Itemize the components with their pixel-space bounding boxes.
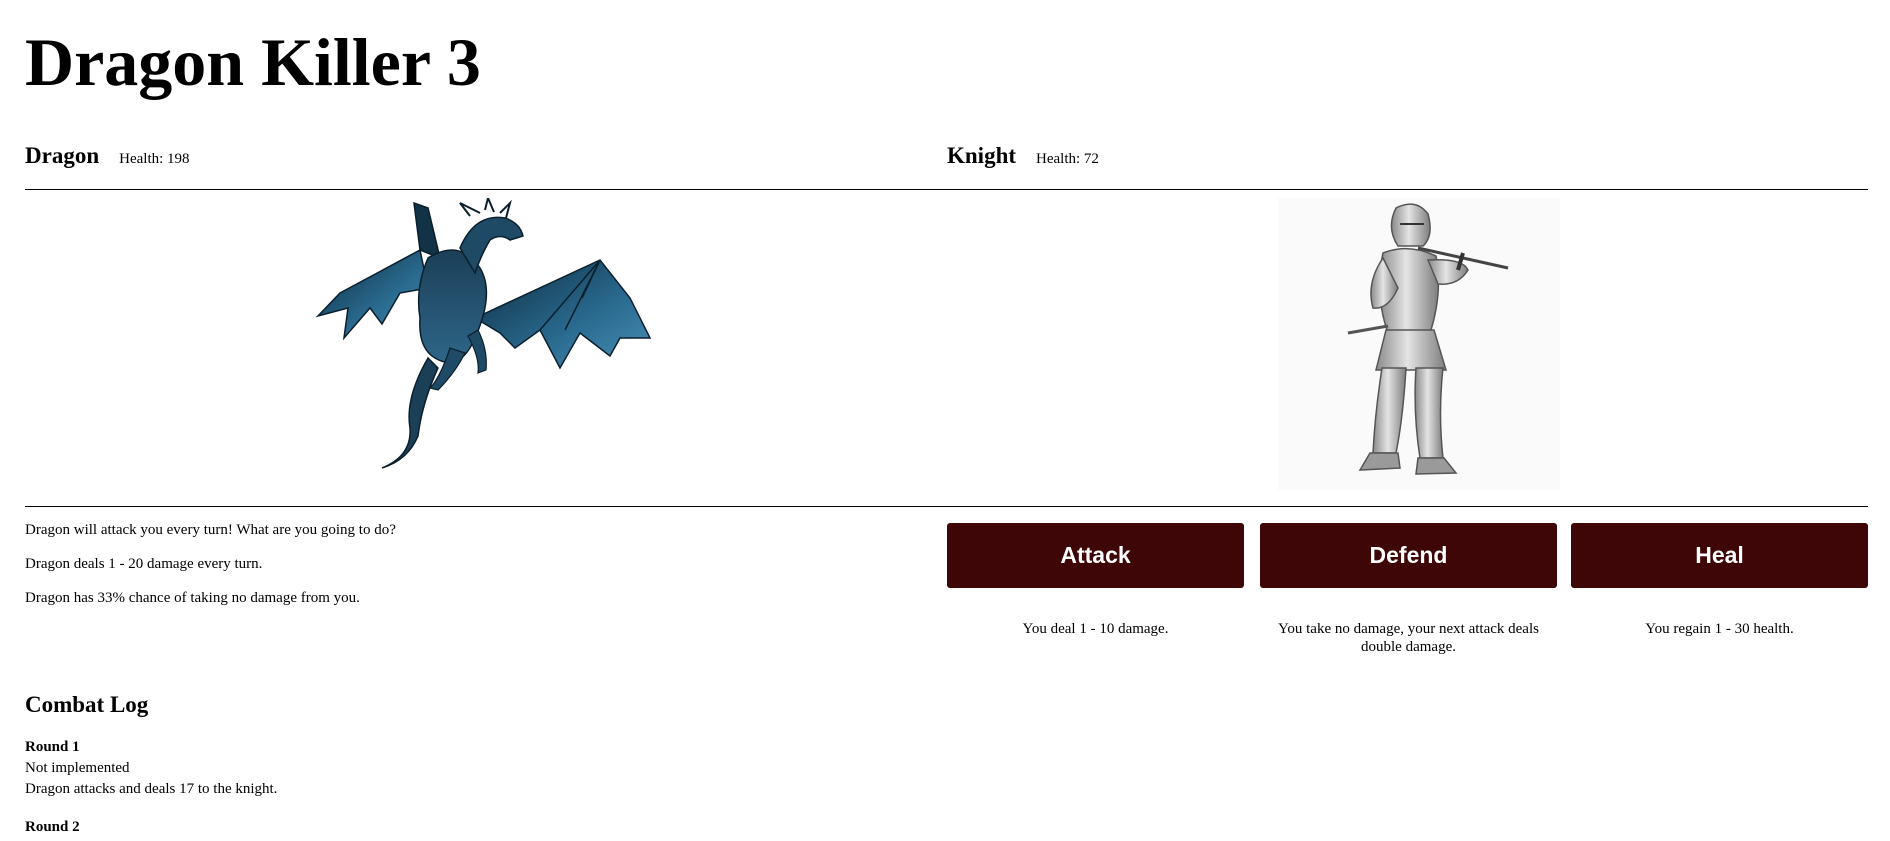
bottom-divider xyxy=(25,506,1868,507)
knight-health: Health: 72 xyxy=(1036,151,1099,167)
attack-button[interactable]: Attack xyxy=(947,523,1244,588)
heal-action: Heal You regain 1 - 30 health. xyxy=(1571,523,1868,638)
defend-description: You take no damage, your next attack dea… xyxy=(1278,621,1539,655)
defend-action: Defend You take no damage, your next att… xyxy=(1260,523,1557,656)
dragon-info: Dragon will attack you every turn! What … xyxy=(25,522,905,624)
attack-description: You deal 1 - 10 damage. xyxy=(1022,621,1169,637)
game-page: Dragon Killer 3 Dragon Health: 198 Knigh… xyxy=(25,0,1868,841)
combat-log-heading: Combat Log xyxy=(25,692,149,717)
heal-button[interactable]: Heal xyxy=(1571,523,1868,588)
dragon-name: Dragon xyxy=(25,143,100,168)
combat-log-round: Round 2 xyxy=(25,817,825,838)
knight-name: Knight xyxy=(947,143,1017,168)
dragon-health: Health: 198 xyxy=(119,151,190,167)
top-divider xyxy=(25,189,1868,190)
round-title: Round 2 xyxy=(25,819,80,835)
heal-description: You regain 1 - 30 health. xyxy=(1645,621,1794,637)
combat-log-round: Round 1 Not implemented Dragon attacks a… xyxy=(25,737,825,800)
info-line: Dragon has 33% chance of taking no damag… xyxy=(25,590,360,606)
knight-header: Knight Health: 72 xyxy=(947,143,1099,179)
defend-button[interactable]: Defend xyxy=(1260,523,1557,588)
round-title: Round 1 xyxy=(25,739,80,755)
info-line: Dragon will attack you every turn! What … xyxy=(25,522,396,538)
dragon-image xyxy=(315,198,652,469)
page-title: Dragon Killer 3 xyxy=(25,24,481,100)
info-line: Dragon deals 1 - 20 damage every turn. xyxy=(25,556,263,572)
dragon-header: Dragon Health: 198 xyxy=(25,143,190,179)
log-entry: Not implemented xyxy=(25,760,130,776)
knight-image xyxy=(1278,198,1560,490)
log-entry: Dragon attacks and deals 17 to the knigh… xyxy=(25,781,278,797)
attack-action: Attack You deal 1 - 10 damage. xyxy=(947,523,1244,638)
